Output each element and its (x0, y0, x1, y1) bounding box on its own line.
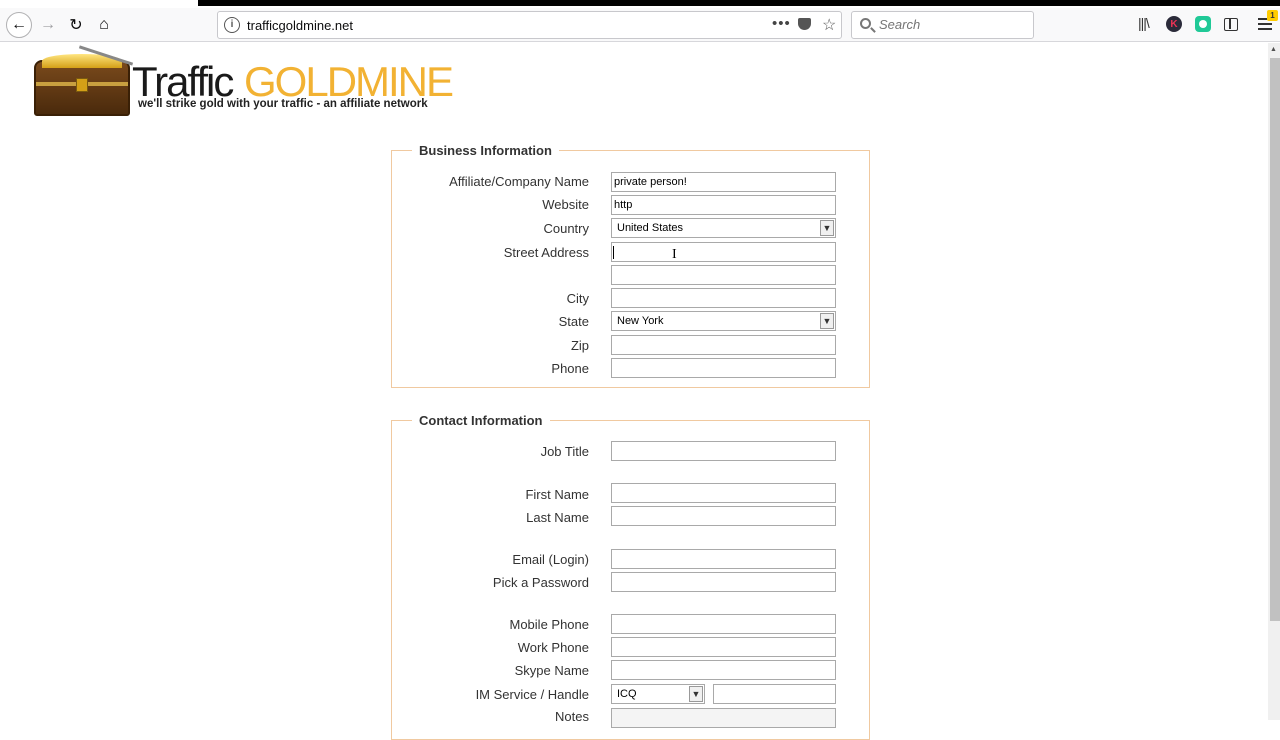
phone-field[interactable] (611, 358, 836, 378)
last-name-label: Last Name (526, 510, 589, 525)
work-phone-field[interactable] (611, 637, 836, 657)
chevron-down-icon[interactable]: ▼ (820, 220, 834, 236)
street-address-label: Street Address (503, 245, 589, 260)
chevron-down-icon[interactable]: ▼ (689, 686, 703, 702)
first-name-field[interactable] (611, 483, 836, 503)
country-select[interactable]: United States ▼ (611, 218, 836, 238)
text-cursor-icon: I (672, 247, 677, 262)
skype-name-field[interactable] (611, 660, 836, 680)
notes-field[interactable] (611, 708, 836, 728)
update-badge: 1 (1267, 10, 1278, 21)
business-section-title: Business Information (412, 143, 559, 158)
password-label: Pick a Password (492, 575, 589, 590)
street-address-line2-field[interactable] (611, 265, 836, 285)
website-field[interactable] (611, 195, 836, 215)
home-icon: ⌂ (99, 16, 109, 33)
contact-section-title: Contact Information (412, 413, 550, 428)
page-scrollbar-thumb[interactable] (1270, 58, 1280, 621)
job-title-label: Job Title (540, 444, 589, 459)
logo-tagline: we'll strike gold with your traffic - an… (138, 98, 428, 110)
extension-green-icon[interactable] (1195, 16, 1211, 32)
reload-button[interactable]: ↻ (63, 12, 89, 38)
website-label: Website (542, 197, 589, 212)
zip-field[interactable] (611, 335, 836, 355)
url-text[interactable]: trafficgoldmine.net (247, 18, 353, 33)
last-name-field[interactable] (611, 506, 836, 526)
company-name-field[interactable] (611, 172, 836, 192)
mobile-phone-label: Mobile Phone (509, 617, 590, 632)
bookmark-star-icon[interactable]: ☆ (822, 15, 836, 35)
address-bar[interactable]: i trafficgoldmine.net ••• ☆ (217, 11, 842, 39)
extension-k-icon[interactable]: K (1166, 16, 1182, 32)
library-icon[interactable]: |||\ (1138, 15, 1156, 33)
notes-label: Notes (555, 709, 589, 724)
forward-arrow-icon: → (40, 16, 56, 33)
im-handle-field[interactable] (713, 684, 836, 704)
site-logo[interactable]: Traffic GOLDMINE we'll strike gold with … (8, 45, 454, 123)
country-selected-value: United States (617, 222, 684, 234)
mobile-phone-field[interactable] (611, 614, 836, 634)
state-select[interactable]: New York ▼ (611, 311, 836, 331)
country-label: Country (543, 221, 589, 236)
password-field[interactable] (611, 572, 836, 592)
email-field[interactable] (611, 549, 836, 569)
phone-label: Phone (551, 361, 589, 376)
first-name-label: First Name (525, 487, 589, 502)
chevron-down-icon[interactable]: ▼ (820, 313, 834, 329)
treasure-chest-icon (34, 54, 130, 116)
im-service-selected-value: ICQ (617, 688, 637, 700)
state-selected-value: New York (617, 315, 664, 327)
scroll-up-arrow-icon[interactable]: ▲ (1270, 46, 1277, 53)
city-label: City (566, 291, 589, 306)
business-information-section: Business Information Affiliate/Company N… (391, 143, 870, 388)
city-field[interactable] (611, 288, 836, 308)
contact-information-section: Contact Information Job Title First Name… (391, 413, 870, 740)
reload-icon: ↻ (69, 17, 83, 34)
email-label: Email (Login) (512, 552, 589, 567)
im-service-label: IM Service / Handle (475, 687, 589, 702)
state-label: State (558, 314, 589, 329)
company-name-label: Affiliate/Company Name (449, 174, 589, 189)
home-button[interactable]: ⌂ (91, 12, 117, 38)
zip-label: Zip (570, 338, 589, 353)
window-top-strip (0, 0, 1280, 8)
search-input[interactable] (879, 17, 1029, 32)
work-phone-label: Work Phone (517, 640, 589, 655)
street-address-line1-field[interactable] (611, 242, 836, 262)
pocket-icon[interactable] (798, 18, 811, 30)
job-title-field[interactable] (611, 441, 836, 461)
search-icon (860, 18, 871, 29)
browser-toolbar: ← → ↻ ⌂ i trafficgoldmine.net ••• ☆ |||\… (0, 8, 1280, 42)
site-info-icon[interactable]: i (224, 17, 240, 33)
forward-button[interactable]: → (35, 12, 61, 38)
text-caret (613, 246, 614, 259)
search-bar[interactable] (851, 11, 1034, 39)
page-actions-icon[interactable]: ••• (772, 15, 791, 32)
back-button[interactable]: ← (6, 12, 32, 38)
back-arrow-icon: ← (11, 16, 27, 33)
skype-name-label: Skype Name (514, 663, 589, 678)
sidebar-icon[interactable] (1224, 18, 1238, 31)
im-service-select[interactable]: ICQ ▼ (611, 684, 705, 704)
